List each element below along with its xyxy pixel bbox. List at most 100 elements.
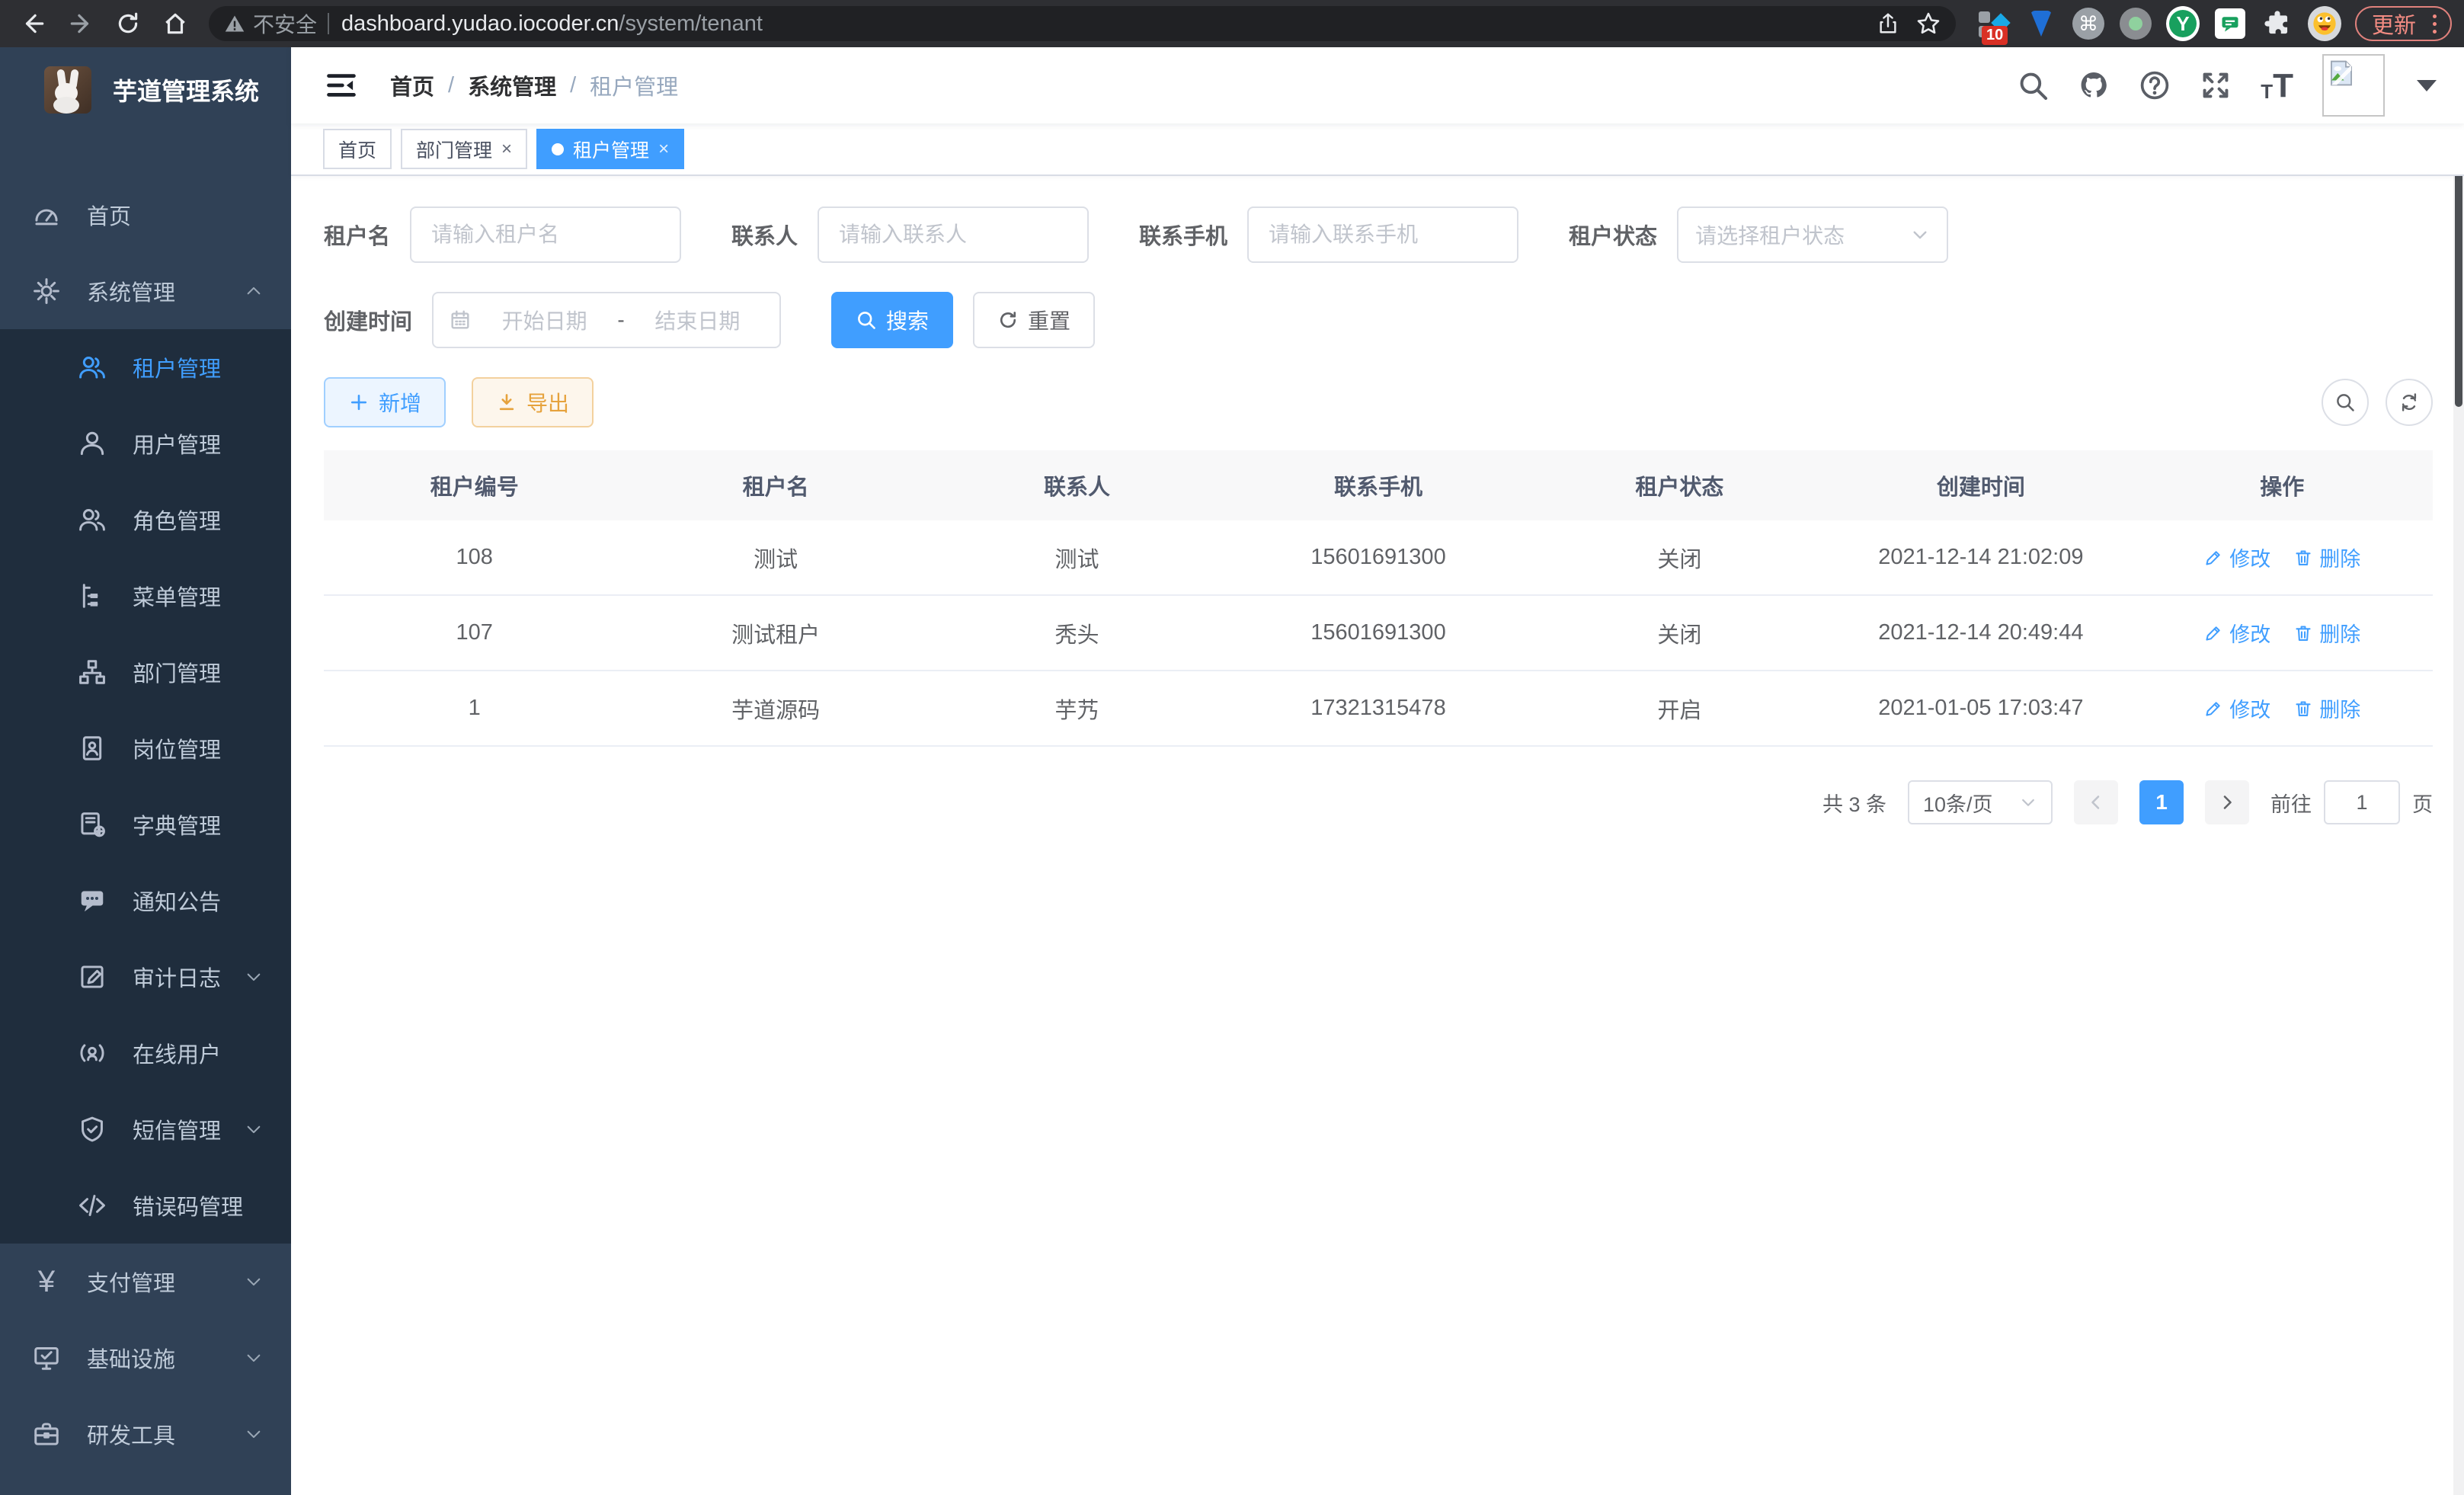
next-page-button[interactable] <box>2205 780 2249 824</box>
edit-link[interactable]: 修改 <box>2203 693 2270 723</box>
extension-gray-dot-icon[interactable] <box>2119 7 2152 40</box>
extension-chat-icon[interactable] <box>2213 7 2247 40</box>
page-number-1[interactable]: 1 <box>2139 780 2184 824</box>
search-button[interactable]: 搜索 <box>831 292 953 348</box>
font-size-icon[interactable]: TT <box>2261 69 2293 101</box>
extension-y-icon[interactable]: Y <box>2166 7 2200 40</box>
sidebar-item-短信管理[interactable]: 短信管理 <box>0 1091 291 1167</box>
tab-部门管理[interactable]: 部门管理× <box>401 129 527 169</box>
url-text[interactable]: dashboard.yudao.iocoder.cn/system/tenant <box>341 11 763 37</box>
url-bar[interactable]: 不安全 dashboard.yudao.iocoder.cn/system/te… <box>209 6 1956 41</box>
status-select[interactable]: 请选择租户状态 <box>1677 206 1948 263</box>
breadcrumb-item-系统管理[interactable]: 系统管理 <box>468 69 556 101</box>
dictionary-icon <box>78 810 107 839</box>
sidebar-item-在线用户[interactable]: 在线用户 <box>0 1015 291 1091</box>
tab-首页[interactable]: 首页 <box>323 129 392 169</box>
table-row: 1芋道源码芋艿17321315478开启2021-01-05 17:03:47 … <box>324 670 2433 745</box>
contact-input[interactable] <box>818 206 1089 263</box>
edit-link[interactable]: 修改 <box>2203 618 2270 648</box>
sidebar-item-label: 用户管理 <box>133 427 221 459</box>
sidebar-item-系统管理[interactable]: 系统管理 <box>0 253 291 329</box>
breadcrumb-item-首页[interactable]: 首页 <box>390 69 434 101</box>
add-button[interactable]: 新增 <box>324 377 446 427</box>
sidebar-item-label: 通知公告 <box>133 885 221 917</box>
extension-tag-manager-icon[interactable]: 10 <box>1977 7 2011 40</box>
edit-link-label: 修改 <box>2229 693 2270 723</box>
fullscreen-icon[interactable] <box>2200 69 2232 101</box>
sidebar-item-研发工具[interactable]: 研发工具 <box>0 1396 291 1472</box>
browser-menu-icon[interactable] <box>2427 14 2443 34</box>
sidebar-item-岗位管理[interactable]: 岗位管理 <box>0 710 291 786</box>
sidebar-item-审计日志[interactable]: 审计日志 <box>0 939 291 1015</box>
refresh-table-button[interactable] <box>2386 379 2433 426</box>
browser-reload-button[interactable] <box>107 2 149 45</box>
tab-close-icon[interactable]: × <box>658 140 669 158</box>
sidebar-item-角色管理[interactable]: 角色管理 <box>0 482 291 558</box>
sidebar-item-通知公告[interactable]: 通知公告 <box>0 863 291 939</box>
delete-link[interactable]: 删除 <box>2293 693 2360 723</box>
avatar[interactable] <box>2322 54 2385 117</box>
sidebar-item-菜单管理[interactable]: 菜单管理 <box>0 558 291 634</box>
browser-forward-button[interactable] <box>59 2 102 45</box>
header-search-icon[interactable] <box>2017 69 2049 101</box>
help-icon[interactable] <box>2139 69 2171 101</box>
sidebar-item-用户管理[interactable]: 用户管理 <box>0 405 291 482</box>
extension-puzzle-icon[interactable] <box>2261 7 2294 40</box>
github-icon[interactable] <box>2078 69 2110 101</box>
page-scrollbar[interactable] <box>2453 47 2464 1495</box>
cell-created: 2021-12-14 21:02:09 <box>1830 520 2131 594</box>
column-header-联系人: 联系人 <box>926 450 1227 520</box>
edit-link[interactable]: 修改 <box>2203 543 2270 572</box>
sidebar-item-错误码管理[interactable]: 错误码管理 <box>0 1167 291 1244</box>
reset-button[interactable]: 重置 <box>973 292 1095 348</box>
sidebar-item-租户管理[interactable]: 租户管理 <box>0 329 291 405</box>
extension-badge: 10 <box>1982 26 2008 45</box>
browser-update-button[interactable]: 更新 <box>2355 6 2452 41</box>
sidebar-item-label: 系统管理 <box>87 275 175 307</box>
refresh-icon <box>2398 392 2420 413</box>
tag-view-bar: 首页部门管理×租户管理× <box>291 123 2464 176</box>
tenant-table: 租户编号租户名联系人联系手机租户状态创建时间操作 108测试测试15601691… <box>324 450 2433 747</box>
export-button[interactable]: 导出 <box>472 377 594 427</box>
sidebar-item-label: 在线用户 <box>133 1037 221 1069</box>
sidebar-item-支付管理[interactable]: ¥支付管理 <box>0 1244 291 1320</box>
browser-home-button[interactable] <box>154 2 197 45</box>
tenant-name-input[interactable] <box>410 206 681 263</box>
extension-kite-icon[interactable] <box>2024 7 2058 40</box>
users-icon <box>78 505 107 534</box>
user-icon <box>78 429 107 458</box>
goto-page-input[interactable] <box>2324 780 2400 824</box>
column-header-租户状态: 租户状态 <box>1529 450 1830 520</box>
delete-link[interactable]: 删除 <box>2293 618 2360 648</box>
bookmark-star-icon[interactable] <box>1916 11 1941 36</box>
delete-link-label: 删除 <box>2319 618 2360 648</box>
delete-link[interactable]: 删除 <box>2293 543 2360 572</box>
sidebar-item-字典管理[interactable]: 字典管理 <box>0 786 291 863</box>
security-label[interactable]: 不安全 <box>253 8 317 39</box>
browser-back-button[interactable] <box>12 2 55 45</box>
id-badge-icon <box>78 734 107 763</box>
toggle-search-button[interactable] <box>2322 379 2369 426</box>
tab-close-icon[interactable]: × <box>501 140 512 158</box>
share-icon[interactable] <box>1877 12 1899 35</box>
plus-icon <box>348 392 370 413</box>
sidebar-item-label: 短信管理 <box>133 1113 221 1145</box>
sidebar-logo[interactable]: 芋道管理系统 <box>0 47 291 133</box>
extension-emoji-icon[interactable] <box>2308 7 2341 40</box>
sidebar-item-部门管理[interactable]: 部门管理 <box>0 634 291 710</box>
sidebar-item-首页[interactable]: 首页 <box>0 177 291 253</box>
edit-log-icon <box>78 962 107 991</box>
mobile-input[interactable] <box>1247 206 1518 263</box>
create-time-range-picker[interactable]: 开始日期 - 结束日期 <box>432 292 781 348</box>
hamburger-icon[interactable] <box>325 69 358 102</box>
sidebar-item-label: 错误码管理 <box>133 1189 243 1221</box>
sidebar-item-基础设施[interactable]: 基础设施 <box>0 1320 291 1396</box>
security-warning-icon <box>224 13 245 34</box>
chevron-down-icon <box>244 967 264 987</box>
cell-operations: 修改 删除 <box>2132 520 2433 594</box>
prev-page-button[interactable] <box>2074 780 2118 824</box>
extension-command-icon[interactable]: ⌘ <box>2072 7 2105 40</box>
page-size-select[interactable]: 10条/页 <box>1908 780 2053 824</box>
tab-租户管理[interactable]: 租户管理× <box>536 129 684 169</box>
avatar-caret-icon[interactable] <box>2417 80 2437 91</box>
